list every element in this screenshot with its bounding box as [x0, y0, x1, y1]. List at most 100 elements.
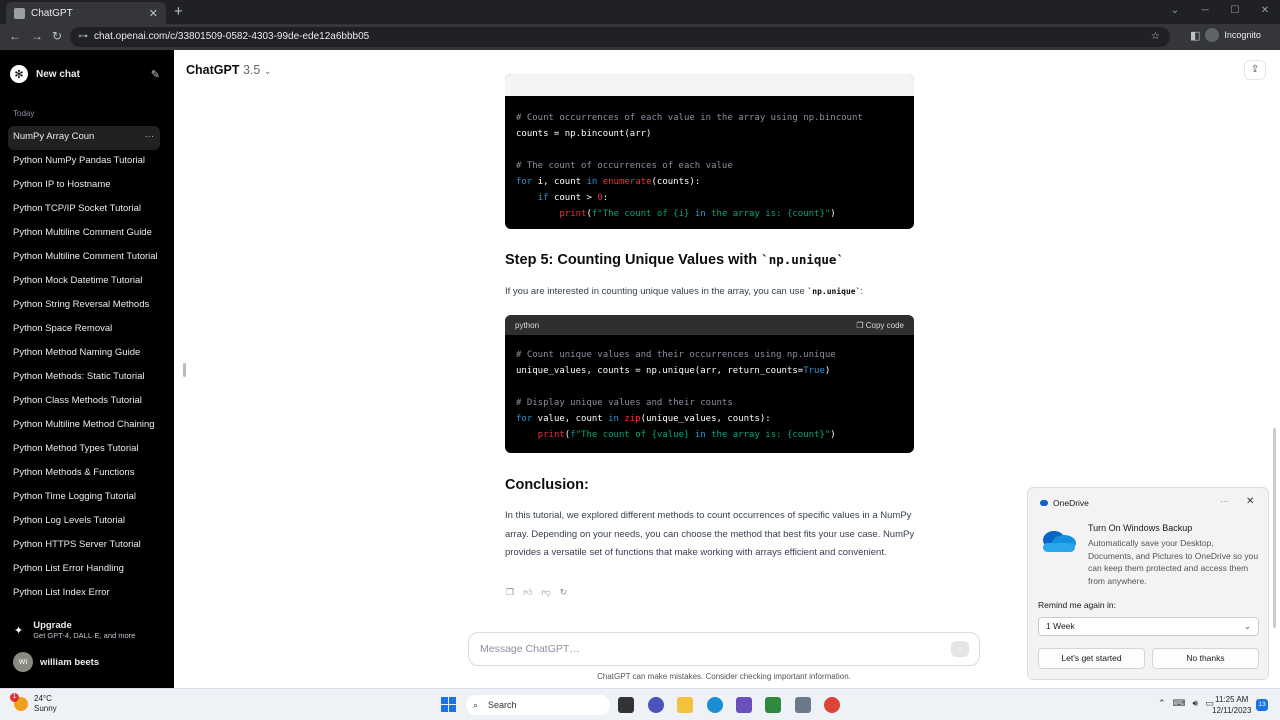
side-panel-icon[interactable]: ◧ [1190, 29, 1200, 42]
chat-item-label: Python String Reversal Methods [13, 299, 150, 310]
sidebar-chat-item[interactable]: Python NumPy Pandas Tutorial [8, 150, 160, 174]
incognito-label: Incognito [1224, 30, 1261, 40]
incognito-indicator[interactable]: ◧ Incognito ⋮ [1190, 28, 1280, 42]
new-chat-button[interactable]: ✻ New chat ✎ [10, 62, 160, 86]
sidebar-chat-item[interactable]: Python String Reversal Methods [8, 294, 160, 318]
sidebar-chat-item[interactable]: Python Time Logging Tutorial [8, 486, 160, 510]
chat-item-label: Python Multiline Comment Guide [13, 227, 152, 238]
maximize-button[interactable]: ☐ [1220, 0, 1250, 24]
edge-browser-icon[interactable] [707, 697, 723, 713]
code-block-header: python ❐ Copy code [505, 315, 914, 335]
network-tool-icon[interactable] [795, 697, 811, 713]
chevron-down-icon[interactable]: ⌄ [1160, 0, 1190, 24]
new-chat-label: New chat [36, 68, 80, 80]
sidebar-chat-item[interactable]: Python Multiline Comment Guide [8, 222, 160, 246]
url-input[interactable]: ⊶ chat.openai.com/c/33801509-0582-4303-9… [70, 27, 1170, 47]
message-input[interactable]: Message ChatGPT… ↑ [468, 632, 980, 666]
remind-select[interactable]: 1 Week ⌄ [1038, 617, 1259, 636]
sidebar-chat-item[interactable]: Python Log Levels Tutorial [8, 510, 160, 534]
bookmark-star-icon[interactable]: ☆ [1151, 27, 1160, 47]
chat-item-label: Python Method Naming Guide [13, 347, 141, 358]
sidebar-chat-item[interactable]: Python Methods & Functions [8, 462, 160, 486]
sidebar-chat-item[interactable]: Python TCP/IP Socket Tutorial [8, 198, 160, 222]
sidebar-chat-item[interactable]: Python List Index Error [8, 582, 160, 606]
network-icon[interactable]: ⌨ [1173, 698, 1186, 709]
minimize-button[interactable]: ─ [1190, 0, 1220, 24]
sidebar-chat-item[interactable]: Python Space Removal [8, 318, 160, 342]
sidebar-chat-item[interactable]: Python Class Methods Tutorial [8, 390, 160, 414]
sidebar-chat-item[interactable]: Python List Error Handling [8, 558, 160, 582]
notification-app-name: OneDrive [1053, 498, 1089, 508]
step5-para-text: If you are interested in counting unique… [505, 286, 808, 297]
sidebar-toggle-handle[interactable] [183, 363, 186, 377]
chat-item-label: Python Multiline Comment Tutorial [13, 251, 158, 262]
upgrade-button[interactable]: ✦ Upgrade Get GPT-4, DALL·E, and more [14, 620, 135, 640]
onedrive-small-icon [1040, 500, 1048, 506]
copy-code-label: Copy code [865, 320, 904, 330]
compose-icon[interactable]: ✎ [151, 68, 160, 81]
thumbs-up-icon[interactable]: 👍︎ [523, 587, 532, 598]
share-button[interactable]: ⇪ [1244, 60, 1266, 80]
vpn-app-icon[interactable] [736, 697, 752, 713]
close-icon[interactable]: ✕ [1246, 496, 1254, 507]
browser-tab[interactable]: ChatGPT ✕ [6, 2, 166, 24]
lets-get-started-button[interactable]: Let's get started [1038, 648, 1145, 669]
spreadsheet-app-icon[interactable] [765, 697, 781, 713]
volume-icon[interactable]: 🔊︎ [1193, 698, 1199, 709]
sidebar-chat-item[interactable]: NumPy Array Coun ··· [8, 126, 160, 150]
user-menu[interactable]: WI william beets [13, 652, 99, 672]
weather-widget[interactable]: 1 24°C Sunny [10, 693, 57, 714]
thumbs-down-icon[interactable]: 👎︎ [541, 587, 550, 598]
windows-taskbar: 1 24°C Sunny ⌕ Search ⌃ ⌨ 🔊︎ ▭ 11:25 AM … [0, 688, 1280, 720]
notification-count-badge[interactable]: 13 [1256, 699, 1268, 711]
chat-options-icon[interactable]: ··· [145, 126, 161, 150]
step5-para-end: : [860, 286, 864, 297]
chat-item-label: Python IP to Hostname [13, 179, 111, 190]
sidebar-chat-item[interactable]: Python Mock Datetime Tutorial [8, 270, 160, 294]
step5-paragraph: If you are interested in counting unique… [505, 283, 915, 302]
sidebar: ✻ New chat ✎ Today NumPy Array Coun ··· Py… [0, 50, 174, 688]
code-content[interactable]: # Count occurrences of each value in the… [505, 96, 914, 229]
sidebar-chat-item[interactable]: Python HTTPS Server Tutorial [8, 534, 160, 558]
clock[interactable]: 11:25 AM 12/11/2023 [1212, 694, 1251, 716]
chevron-down-icon: ⌄ [1243, 621, 1251, 631]
sidebar-chat-item[interactable]: Python Multiline Comment Tutorial [8, 246, 160, 270]
back-button[interactable]: ← [9, 29, 21, 43]
message-actions: ❐ 👍︎ 👎︎ ↻ [506, 587, 567, 598]
sidebar-chat-item[interactable]: Python Method Types Tutorial [8, 438, 160, 462]
chat-app-icon[interactable] [648, 697, 664, 713]
taskbar-search[interactable]: ⌕ Search [466, 695, 610, 715]
file-explorer-icon[interactable] [677, 697, 693, 713]
sidebar-chat-item[interactable]: Python Multiline Method Chaining [8, 414, 160, 438]
send-button[interactable]: ↑ [951, 641, 969, 657]
close-tab-icon[interactable]: ✕ [149, 7, 158, 20]
start-button[interactable] [441, 697, 456, 712]
scrollbar[interactable] [1273, 428, 1276, 628]
chat-item-label: Python Mock Datetime Tutorial [13, 275, 143, 286]
code-block-bincount: # Count occurrences of each value in the… [505, 74, 914, 229]
no-thanks-button[interactable]: No thanks [1152, 648, 1259, 669]
chrome-icon[interactable] [824, 697, 840, 713]
code-content[interactable]: # Count unique values and their occurren… [505, 335, 914, 453]
forward-button[interactable]: → [31, 29, 43, 43]
regenerate-icon[interactable]: ↻ [560, 587, 568, 598]
more-options-icon[interactable]: ··· [1220, 496, 1229, 506]
copy-icon[interactable]: ❐ [506, 587, 514, 598]
sidebar-chat-item[interactable]: Python Method Naming Guide [8, 342, 160, 366]
model-selector[interactable]: ChatGPT 3.5 ⌄ [186, 63, 271, 77]
upgrade-title: Upgrade [33, 620, 72, 631]
reload-button[interactable]: ↻ [52, 29, 62, 43]
message-placeholder: Message ChatGPT… [480, 643, 580, 655]
chevron-up-icon[interactable]: ⌃ [1158, 698, 1166, 709]
sidebar-chat-item[interactable]: Python Methods: Static Tutorial [8, 366, 160, 390]
code-language-label: python [515, 320, 540, 330]
sidebar-chat-item[interactable]: Python IP to Hostname [8, 174, 160, 198]
chat-item-label: Python Space Removal [13, 323, 113, 334]
chat-history-list: NumPy Array Coun ··· Python NumPy Pandas T… [8, 126, 160, 606]
task-view-icon[interactable] [618, 697, 634, 713]
copy-code-button[interactable]: ❐ Copy code [856, 321, 904, 330]
site-info-icon[interactable]: ⊶ [78, 27, 88, 47]
chat-item-label: Python Method Types Tutorial [13, 443, 139, 454]
close-window-button[interactable]: ✕ [1250, 0, 1280, 24]
new-tab-button[interactable]: + [174, 3, 183, 20]
